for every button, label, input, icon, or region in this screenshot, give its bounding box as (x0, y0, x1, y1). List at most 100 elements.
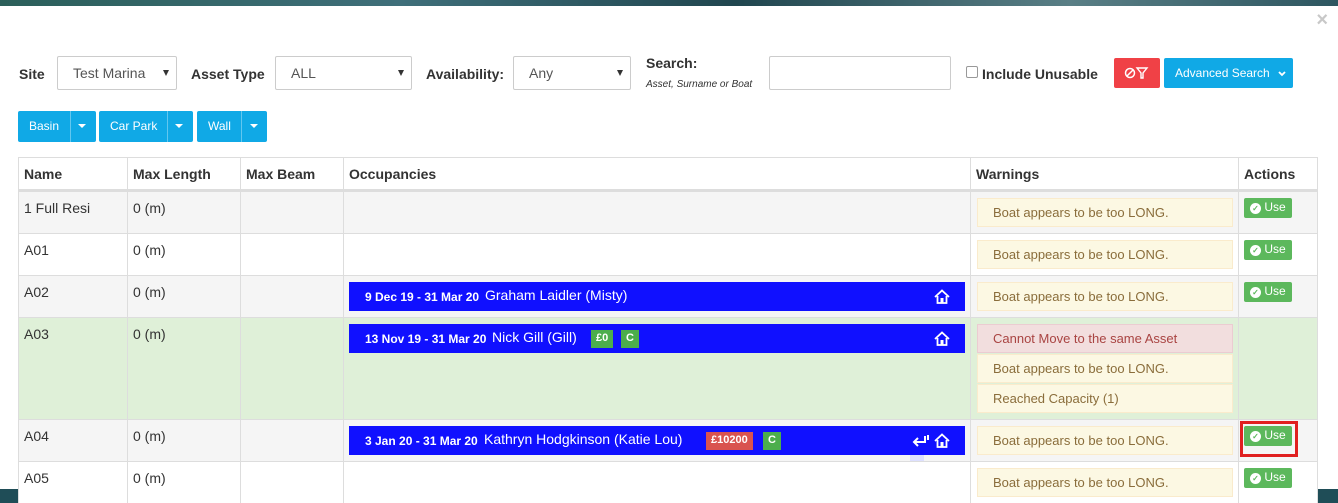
home-icon[interactable] (934, 289, 950, 304)
col-warnings-header: Warnings (970, 158, 1238, 189)
advanced-search-button[interactable]: Advanced Search (1164, 58, 1293, 88)
warnings-cell: Boat appears to be too LONG. (970, 192, 1238, 233)
check-circle-icon: ✓ (1250, 431, 1261, 442)
max-beam (240, 234, 343, 275)
contract-badge: C (763, 432, 781, 450)
caret-down-icon (78, 124, 86, 128)
warnings-cell: Boat appears to be too LONG. (970, 234, 1238, 275)
chevron-down-icon (1278, 71, 1286, 77)
asset-name: A01 (18, 234, 127, 275)
use-button[interactable]: ✓ Use (1244, 468, 1292, 488)
warning-too-long: Boat appears to be too LONG. (977, 198, 1233, 227)
home-icon[interactable] (934, 433, 950, 448)
car-park-dropdown-button[interactable]: Car Park (99, 111, 193, 142)
amount-badge: £0 (591, 330, 614, 348)
actions-cell: ✓ Use (1238, 420, 1318, 461)
max-length: 0 (m) (127, 420, 240, 461)
amount-badge: £10200 (706, 432, 753, 450)
availability-label: Availability: (426, 66, 505, 82)
check-circle-icon: ✓ (1250, 245, 1261, 256)
max-length: 0 (m) (127, 234, 240, 275)
basin-dropdown-button[interactable]: Basin (18, 111, 96, 142)
chevron-down-icon (617, 70, 623, 76)
actions-cell: ✓ Use (1238, 192, 1318, 233)
asset-name: A03 (18, 318, 127, 419)
col-occupancies-header: Occupancies (343, 158, 970, 189)
actions-cell: ✓ Use (1238, 234, 1318, 275)
use-button[interactable]: ✓ Use (1244, 240, 1292, 260)
clear-filter-button[interactable] (1114, 58, 1160, 88)
actions-cell: ✓ Use (1238, 462, 1318, 503)
contract-badge: C (621, 330, 639, 348)
occupancies-cell: 3 Jan 20 - 31 Mar 20 Kathryn Hodgkinson … (343, 420, 970, 465)
max-beam (240, 192, 343, 233)
home-icon[interactable] (934, 331, 950, 346)
warnings-cell: Boat appears to be too LONG. (970, 462, 1238, 503)
search-input[interactable] (769, 56, 951, 90)
table-row-selected: A03 0 (m) 13 Nov 19 - 31 Mar 20 Nick Gil… (18, 317, 1318, 419)
max-beam (240, 318, 343, 419)
table-row: A01 0 (m) Boat appears to be too LONG. ✓… (18, 233, 1318, 275)
clear-filter-icon (1124, 67, 1149, 79)
asset-type-select[interactable]: ALL (275, 56, 412, 90)
occupancy-name: Graham Laidler (Misty) (485, 287, 628, 303)
wall-dropdown-button[interactable]: Wall (197, 111, 267, 142)
divider (70, 111, 71, 142)
col-max-beam-header: Max Beam (240, 158, 343, 189)
occupancy-bar[interactable]: 13 Nov 19 - 31 Mar 20 Nick Gill (Gill) £… (349, 324, 965, 353)
warning-too-long: Boat appears to be too LONG. (977, 468, 1233, 497)
availability-select[interactable]: Any (513, 56, 631, 90)
close-icon[interactable]: × (1316, 10, 1328, 30)
advanced-search-label: Advanced Search (1175, 66, 1270, 80)
check-circle-icon: ✓ (1250, 287, 1261, 298)
table-row: A05 0 (m) Boat appears to be too LONG. ✓… (18, 461, 1318, 503)
col-max-length-header: Max Length (127, 158, 240, 189)
check-circle-icon: ✓ (1250, 203, 1261, 214)
table-row: 1 Full Resi 0 (m) Boat appears to be too… (18, 191, 1318, 233)
occupancy-name: Kathryn Hodgkinson (Katie Lou) (484, 431, 683, 447)
availability-select-value: Any (529, 65, 554, 81)
occupancies-cell (343, 462, 970, 503)
use-label: Use (1264, 284, 1286, 298)
asset-name: A05 (18, 462, 127, 503)
warning-too-long: Boat appears to be too LONG. (977, 240, 1233, 269)
use-label: Use (1264, 428, 1286, 442)
table-header: Name Max Length Max Beam Occupancies War… (18, 157, 1318, 191)
use-button[interactable]: ✓ Use (1244, 198, 1292, 218)
table-row: A02 0 (m) 9 Dec 19 - 31 Mar 20 Graham La… (18, 275, 1318, 317)
occupancies-cell (343, 234, 970, 275)
warning-same-asset: Cannot Move to the same Asset (977, 324, 1233, 353)
search-hint: Asset, Surname or Boat (646, 79, 753, 90)
warnings-cell: Cannot Move to the same Asset Boat appea… (970, 318, 1238, 419)
max-beam (240, 462, 343, 503)
check-circle-icon: ✓ (1250, 473, 1261, 484)
caret-down-icon (250, 124, 258, 128)
actions-cell (1238, 318, 1318, 419)
max-beam (240, 420, 343, 461)
max-length: 0 (m) (127, 318, 240, 419)
use-label: Use (1264, 200, 1286, 214)
max-length: 0 (m) (127, 276, 240, 317)
use-button[interactable]: ✓ Use (1244, 282, 1292, 302)
asset-name: A02 (18, 276, 127, 317)
max-length: 0 (m) (127, 192, 240, 233)
col-name-header: Name (18, 158, 127, 189)
use-button[interactable]: ✓ Use (1244, 426, 1292, 446)
include-unusable-checkbox[interactable] (966, 66, 978, 78)
site-select-value: Test Marina (73, 65, 146, 81)
warnings-cell: Boat appears to be too LONG. (970, 276, 1238, 317)
use-label: Use (1264, 242, 1286, 256)
max-beam (240, 276, 343, 317)
occupancy-bar[interactable]: 9 Dec 19 - 31 Mar 20 Graham Laidler (Mis… (349, 282, 965, 311)
warning-too-long: Boat appears to be too LONG. (977, 426, 1233, 455)
occupancy-bar[interactable]: 3 Jan 20 - 31 Mar 20 Kathryn Hodgkinson … (349, 426, 965, 455)
chevron-down-icon (398, 70, 404, 76)
occupancy-dates: 13 Nov 19 - 31 Mar 20 (365, 332, 487, 346)
car-park-label: Car Park (110, 119, 158, 133)
site-select[interactable]: Test Marina (57, 56, 177, 90)
occupancy-name: Nick Gill (Gill) (492, 329, 577, 345)
move-out-icon[interactable] (910, 434, 930, 448)
asset-type-label: Asset Type (191, 66, 265, 82)
occupancy-dates: 3 Jan 20 - 31 Mar 20 (365, 434, 478, 448)
include-unusable-label[interactable]: Include Unusable (982, 66, 1098, 82)
